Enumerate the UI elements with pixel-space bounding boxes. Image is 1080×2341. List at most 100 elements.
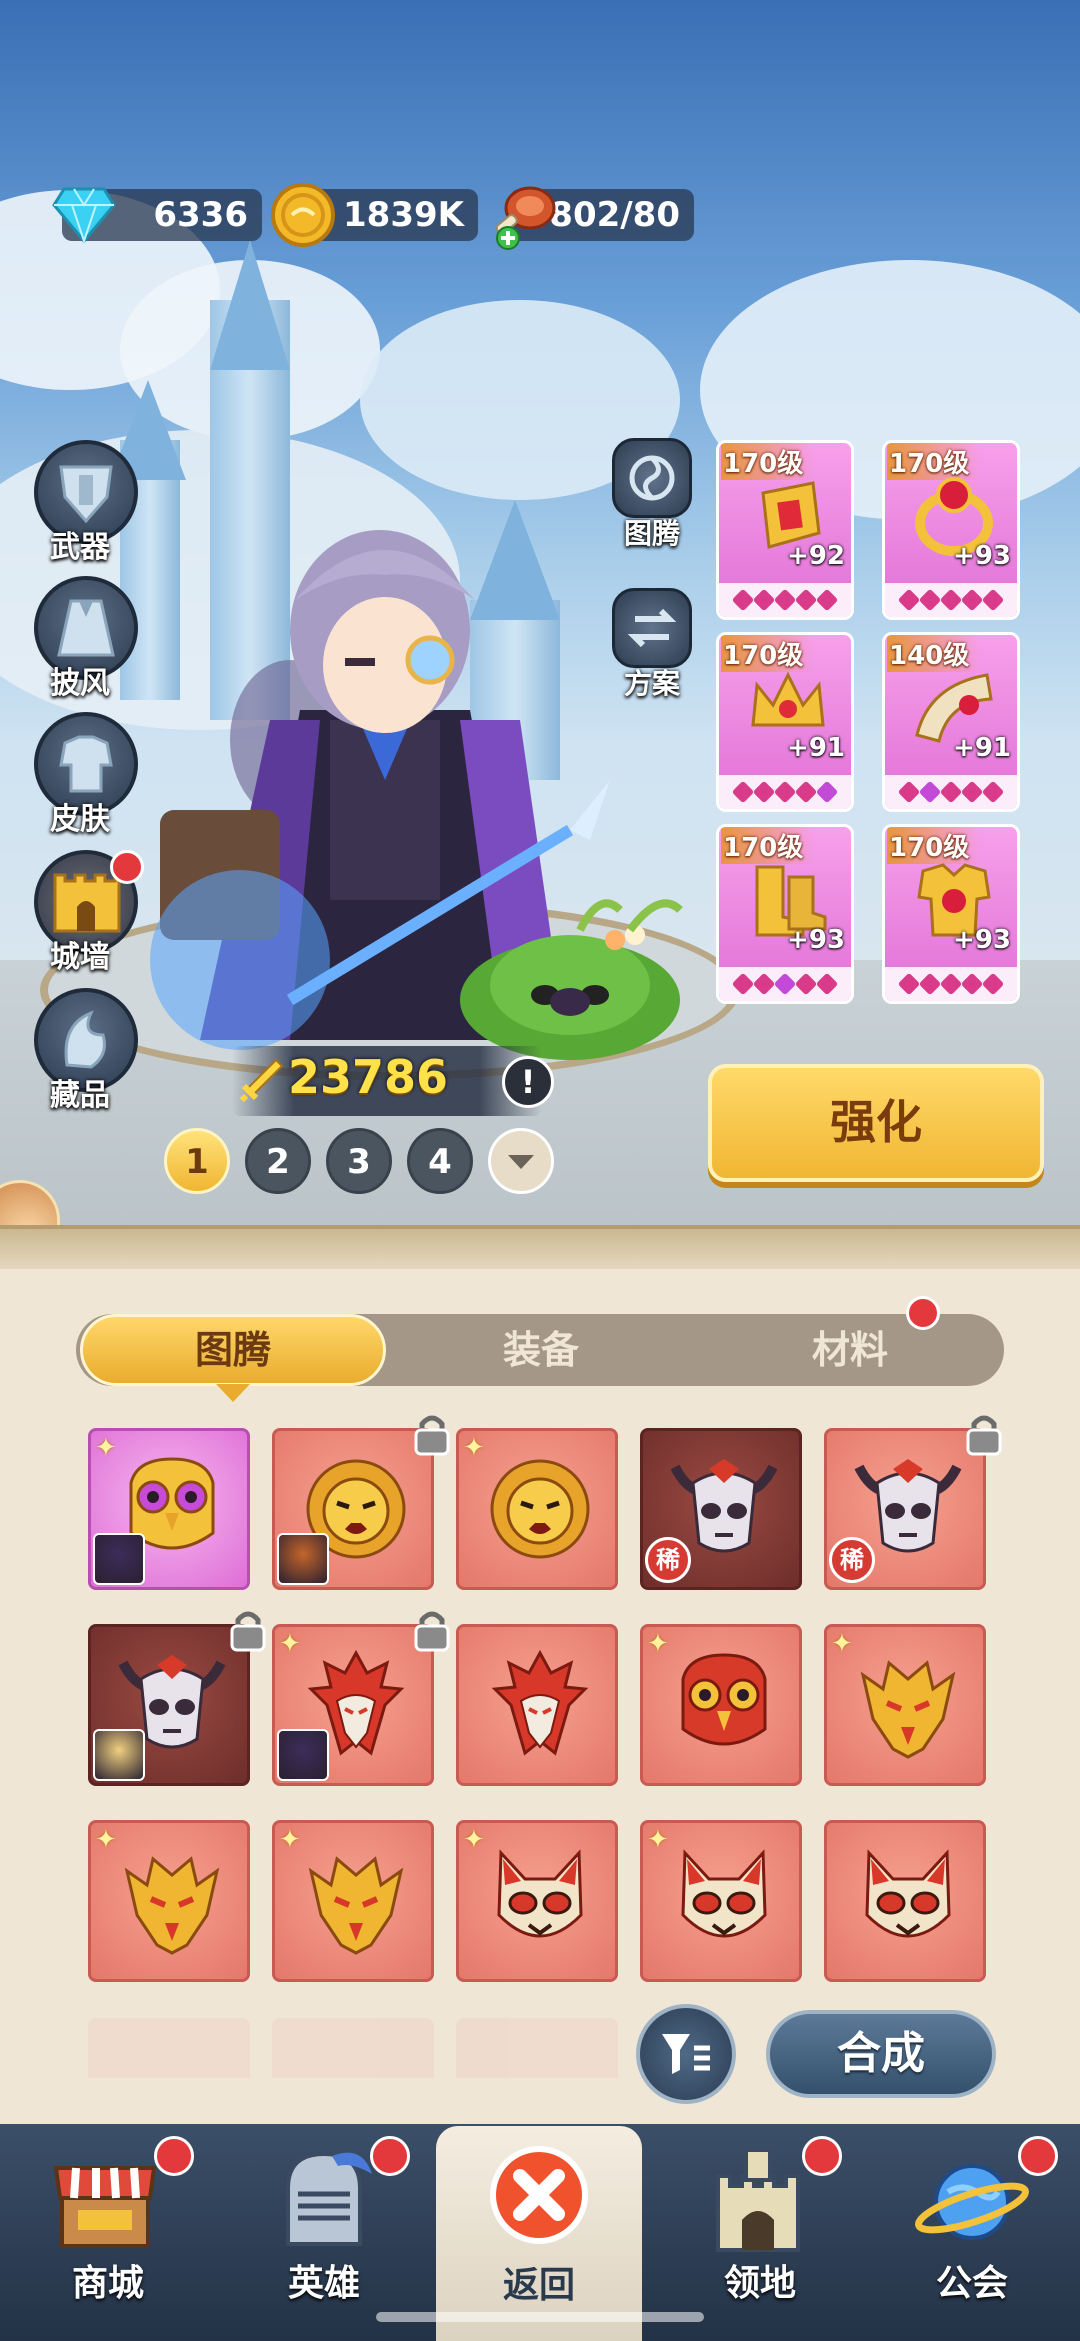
combine-button[interactable]: 合成 xyxy=(766,2010,996,2098)
side-item-collection[interactable]: 藏品 xyxy=(34,988,138,1113)
shop-icon xyxy=(53,2166,157,2248)
totem-card-owl[interactable]: ✦ xyxy=(88,1428,250,1590)
side-item-label: 武器 xyxy=(50,530,110,565)
totem-card-cat[interactable]: ✦ xyxy=(640,1820,802,1982)
nav-return[interactable]: 返回 xyxy=(436,2126,642,2341)
side-item-wall[interactable]: 城墙 xyxy=(34,850,144,975)
nav-label: 领地 xyxy=(723,2263,796,2304)
lock-icon xyxy=(414,1611,450,1652)
tab-materials[interactable]: 材料 xyxy=(696,1314,1004,1386)
page-button-1[interactable]: 1 xyxy=(164,1128,230,1194)
nav-label: 商城 xyxy=(71,2263,144,2304)
equipment-plus: +93 xyxy=(953,541,1011,571)
nav-shop[interactable]: 商城 xyxy=(0,2124,216,2341)
side-item-label: 藏品 xyxy=(50,1078,110,1113)
side-item-label: 披风 xyxy=(50,666,110,701)
star-icon: ✦ xyxy=(647,1629,669,1659)
planet-icon xyxy=(915,2164,1029,2240)
chevron-down-icon xyxy=(508,1155,534,1169)
power-info-button[interactable]: ! xyxy=(502,1056,554,1108)
panel-top-border xyxy=(0,1225,1080,1269)
page-button-3[interactable]: 3 xyxy=(326,1128,392,1194)
totem-card-horned-skull[interactable]: 稀 xyxy=(824,1428,986,1590)
totem-card-dragon[interactable]: ✦ xyxy=(824,1624,986,1786)
loadout-swap-icon xyxy=(612,588,692,668)
gem-sockets xyxy=(885,775,1017,809)
star-icon: ✦ xyxy=(647,1825,669,1855)
phoenix-mask-icon xyxy=(491,1649,589,1756)
nav-guild[interactable]: 公会 xyxy=(864,2124,1080,2341)
lion-mask-icon xyxy=(490,1459,590,1559)
equipment-slot[interactable]: 170级 +93 xyxy=(716,824,854,1004)
sword-power-icon xyxy=(239,1058,284,1103)
active-tab-pointer xyxy=(216,1384,250,1402)
equipped-hero-avatar xyxy=(93,1533,145,1585)
castle-icon xyxy=(716,2148,800,2252)
side-item-cape[interactable]: 披风 xyxy=(34,576,138,701)
meat-stamina-icon xyxy=(495,186,556,250)
territory-notification-badge xyxy=(802,2136,842,2176)
side-item-label: 城墙 xyxy=(50,940,110,975)
nav-hero[interactable]: 英雄 xyxy=(216,2124,432,2341)
gem-sockets xyxy=(719,775,851,809)
star-icon: ✦ xyxy=(463,1433,485,1463)
rarity-badge: 稀 xyxy=(645,1537,691,1583)
loadout-button[interactable]: 方案 xyxy=(612,588,692,700)
totem-button[interactable]: 图腾 xyxy=(612,438,692,550)
equipment-slot[interactable]: 170级 +93 xyxy=(882,824,1020,1004)
totem-card-dragon[interactable]: ✦ xyxy=(88,1820,250,1982)
equipment-plus: +91 xyxy=(953,733,1011,763)
nav-territory[interactable]: 领地 xyxy=(652,2124,868,2341)
totem-card-owl-red[interactable]: ✦ xyxy=(640,1624,802,1786)
equipment-plus: +93 xyxy=(953,925,1011,955)
equipped-hero-avatar xyxy=(277,1729,329,1781)
totem-inventory-grid: ✦ ✦ 稀 稀 ✦ ✦ ✦ ✦ ✦ ✦ ✦ xyxy=(88,1415,1002,1988)
side-item-weapon[interactable]: 武器 xyxy=(34,440,138,565)
totem-card-horned-skull[interactable]: 稀 xyxy=(640,1428,802,1590)
wall-notification-badge xyxy=(110,850,144,884)
gem-sockets xyxy=(719,583,851,617)
totem-card-phoenix[interactable]: ✦ xyxy=(272,1624,434,1786)
page-button-2[interactable]: 2 xyxy=(245,1128,311,1194)
star-icon: ✦ xyxy=(463,1825,485,1855)
filter-button[interactable] xyxy=(636,2004,736,2104)
star-icon: ✦ xyxy=(831,1629,853,1659)
inventory-next-row-fade xyxy=(88,2018,628,2078)
page-button-4[interactable]: 4 xyxy=(407,1128,473,1194)
tab-equipment[interactable]: 装备 xyxy=(386,1314,696,1386)
nav-label: 英雄 xyxy=(287,2263,360,2304)
filter-icon xyxy=(662,2034,710,2074)
totem-card-cat[interactable]: ✦ xyxy=(456,1820,618,1982)
totem-card-dragon[interactable]: ✦ xyxy=(272,1820,434,1982)
nav-label: 返回 xyxy=(502,2265,575,2306)
pet-companion xyxy=(460,899,683,1060)
shop-notification-badge xyxy=(154,2136,194,2176)
side-item-label: 皮肤 xyxy=(50,802,110,837)
equipment-plus: +93 xyxy=(787,925,845,955)
materials-notification-badge xyxy=(906,1296,940,1330)
equipment-slot[interactable]: 170级 +92 xyxy=(716,440,854,620)
side-menu: 武器 披风 皮肤 城墙 藏品 xyxy=(28,440,148,1120)
tab-totem[interactable]: 图腾 xyxy=(80,1314,386,1386)
close-icon xyxy=(490,2146,588,2244)
totem-card-cat[interactable] xyxy=(824,1820,986,1982)
equipment-plus: +91 xyxy=(787,733,845,763)
totem-card-lion[interactable] xyxy=(272,1428,434,1590)
totem-card-phoenix[interactable] xyxy=(456,1624,618,1786)
owl-red-mask-icon xyxy=(681,1653,767,1746)
knight-helmet-icon xyxy=(286,2151,372,2246)
dragon-mask-icon xyxy=(860,1660,956,1759)
enhance-button[interactable]: 强化 xyxy=(708,1064,1044,1182)
page-dropdown-button[interactable] xyxy=(488,1128,554,1194)
side-item-skin[interactable]: 皮肤 xyxy=(34,712,138,837)
equipment-slot[interactable]: 170级 +91 xyxy=(716,632,854,812)
gem-sockets xyxy=(885,583,1017,617)
equipped-hero-avatar xyxy=(277,1533,329,1585)
equipment-slot[interactable]: 170级 +93 xyxy=(882,440,1020,620)
totem-card-lion[interactable]: ✦ xyxy=(456,1428,618,1590)
dragon-mask-icon xyxy=(124,1856,220,1955)
equipment-grid: 170级 +92 170级 +93 170级 +91 140级 +91 170级… xyxy=(716,440,1024,1004)
totem-card-horned-skull[interactable] xyxy=(88,1624,250,1786)
equipment-slot[interactable]: 140级 +91 xyxy=(882,632,1020,812)
combine-label: 合成 xyxy=(837,2028,925,2079)
